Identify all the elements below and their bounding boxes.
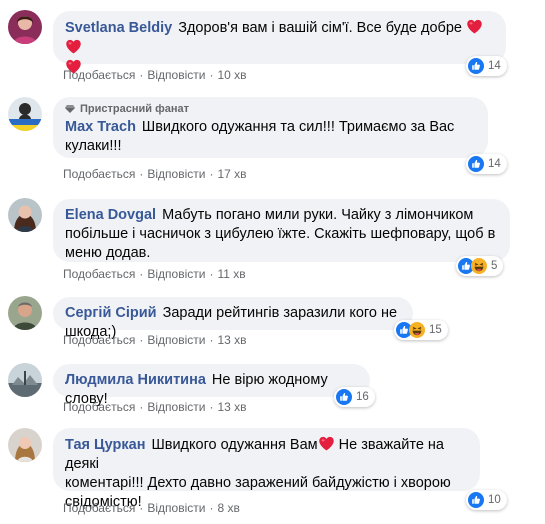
like-icon <box>468 492 484 508</box>
comment-author[interactable]: Max Trach <box>65 119 136 135</box>
like-link[interactable]: Подобається <box>63 501 135 515</box>
heart-emoji-icon <box>65 38 82 55</box>
comment-author[interactable]: Svetlana Beldiy <box>65 20 172 36</box>
comment-author[interactable]: Elena Dovgal <box>65 207 156 223</box>
timestamp[interactable]: 17 хв <box>217 167 246 181</box>
comment-author[interactable]: Людмила Никитина <box>65 372 206 388</box>
comment-actions: Подобається · Відповісти · 8 хв <box>63 501 240 515</box>
comment-bubble: Людмила Никитина Не вірю жодному слову! <box>53 364 370 407</box>
reply-link[interactable]: Відповісти <box>147 167 205 181</box>
comment-text-line: побільше і часничок з цибулею їжте. Скаж… <box>65 226 496 242</box>
comment-actions: Подобається · Відповісти · 10 хв <box>63 68 247 82</box>
reaction-count: 15 <box>429 324 442 336</box>
comment-actions: Подобається · Відповісти · 13 хв <box>63 333 247 347</box>
reaction-count: 14 <box>488 60 501 72</box>
heart-emoji-icon <box>318 435 335 452</box>
comment-text: Мабуть погано мили руки. Чайку з лімончи… <box>162 207 474 223</box>
reply-link[interactable]: Відповісти <box>147 267 205 281</box>
like-icon <box>468 58 484 74</box>
diamond-icon <box>65 105 75 113</box>
comment-text-line: кулаки!!! <box>65 138 122 154</box>
comment-author[interactable]: Тая Цуркан <box>65 437 145 453</box>
reply-link[interactable]: Відповісти <box>147 501 205 515</box>
reaction-count: 14 <box>488 158 501 170</box>
reaction-summary[interactable]: 10 <box>466 490 507 510</box>
timestamp[interactable]: 10 хв <box>217 68 246 82</box>
top-fan-badge: Пристрасний фанат <box>65 102 476 116</box>
reaction-summary[interactable]: 15 <box>394 320 448 340</box>
avatar[interactable] <box>8 363 42 397</box>
like-link[interactable]: Подобається <box>63 68 135 82</box>
comment-text-line: коментарі!!! Дехто давно заражений байду… <box>65 475 451 491</box>
comment-bubble: Пристрасний фанат Max Trach Швидкого одуж… <box>53 97 488 158</box>
timestamp[interactable]: 8 хв <box>217 501 239 515</box>
comment-bubble: Elena Dovgal Мабуть погано мили руки. Чай… <box>53 199 510 262</box>
laughing-emoji-icon <box>409 322 425 338</box>
reaction-count: 16 <box>356 391 369 403</box>
like-icon <box>336 389 352 405</box>
like-icon <box>468 156 484 172</box>
comment-bubble: Svetlana Beldiy Здоров'я вам і вашій сім'… <box>53 11 506 64</box>
avatar[interactable] <box>8 97 42 131</box>
timestamp[interactable]: 11 хв <box>217 267 245 281</box>
comment-text: Здоров'я вам і вашій сім'ї. Все буде доб… <box>178 20 462 36</box>
heart-emoji-icon <box>466 18 483 35</box>
comment-bubble: Сергій Сірий Заради рейтингів заразили ко… <box>53 297 413 340</box>
reaction-count: 10 <box>488 494 501 506</box>
reply-link[interactable]: Відповісти <box>147 333 205 347</box>
reaction-count: 5 <box>491 260 498 272</box>
reply-link[interactable]: Відповісти <box>147 400 205 414</box>
comment-author[interactable]: Сергій Сірий <box>65 305 157 321</box>
avatar[interactable] <box>8 296 42 330</box>
comment-text: Швидкого одужання Вам <box>151 437 318 453</box>
like-link[interactable]: Подобається <box>63 167 135 181</box>
reaction-summary[interactable]: 5 <box>456 256 504 276</box>
avatar[interactable] <box>8 198 42 232</box>
reply-link[interactable]: Відповісти <box>147 68 205 82</box>
like-link[interactable]: Подобається <box>63 333 135 347</box>
timestamp[interactable]: 13 хв <box>217 400 246 414</box>
laughing-emoji-icon <box>471 258 487 274</box>
badge-label: Пристрасний фанат <box>80 103 189 115</box>
reaction-summary[interactable]: 16 <box>334 387 375 407</box>
like-link[interactable]: Подобається <box>63 400 135 414</box>
avatar[interactable] <box>8 428 42 462</box>
avatar[interactable] <box>8 10 42 44</box>
comment-actions: Подобається · Відповісти · 13 хв <box>63 400 247 414</box>
comment-bubble: Тая Цуркан Швидкого одужання Вам Не зважа… <box>53 428 480 510</box>
comment-actions: Подобається · Відповісти · 11 хв <box>63 267 246 281</box>
reaction-summary[interactable]: 14 <box>466 154 507 174</box>
like-link[interactable]: Подобається <box>63 267 135 281</box>
comment-actions: Подобається · Відповісти · 17 хв <box>63 167 247 181</box>
comment-text-line: меню додав. <box>65 245 151 261</box>
timestamp[interactable]: 13 хв <box>217 333 246 347</box>
reaction-summary[interactable]: 14 <box>466 56 507 76</box>
comment-text: Швидкого одужання та сил!!! Тримаємо за … <box>141 119 455 135</box>
